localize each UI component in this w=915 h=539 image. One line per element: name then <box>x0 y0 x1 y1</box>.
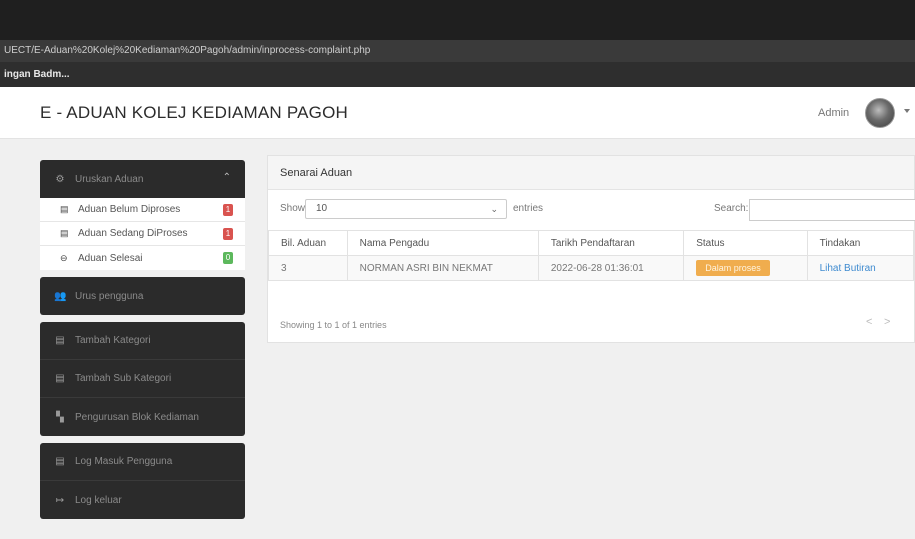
bookmark-item[interactable]: ingan Badm... <box>4 69 70 80</box>
cell-id: 3 <box>268 255 348 281</box>
table-row: 3 NORMAN ASRI BIN NEKMAT 2022-06-28 01:3… <box>268 255 915 281</box>
table-icon: ▤ <box>60 204 69 214</box>
column-header[interactable]: Bil. Aduan <box>268 230 348 256</box>
panel-title: Senarai Aduan <box>268 156 914 190</box>
complaints-table: Bil. Aduan Nama Pengadu Tarikh Pendaftar… <box>268 230 915 281</box>
pagination-next[interactable]: > <box>884 316 890 328</box>
sidebar-subitem-label: Aduan Selesai <box>78 252 143 264</box>
bookmarks-bar: ingan Badm... <box>0 62 915 87</box>
avatar[interactable] <box>865 98 895 128</box>
sidebar-item-add-subcategory[interactable]: ▤ Tambah Sub Kategori <box>40 360 245 398</box>
sidebar-item-label: Log Masuk Pengguna <box>75 456 173 467</box>
count-badge: 1 <box>223 204 233 216</box>
sidebar-item-user-log[interactable]: ▤ Log Masuk Pengguna <box>40 443 245 481</box>
sign-out-icon: ↦ <box>55 494 65 506</box>
column-header[interactable]: Status <box>683 230 808 256</box>
column-header[interactable]: Nama Pengadu <box>346 230 539 256</box>
sidebar-item-label: Uruskan Aduan <box>75 173 144 185</box>
table-icon: ▤ <box>55 335 65 346</box>
show-label: Show <box>280 203 306 214</box>
entries-select-value: 10 <box>316 203 328 214</box>
sidebar-group-complaints: ⚙ Uruskan Aduan ⌃ ▤ Aduan Belum Diproses… <box>40 160 245 270</box>
sidebar-subitem-label: Aduan Belum Diproses <box>78 204 181 215</box>
search-label: Search: <box>714 203 749 214</box>
cell-action: Lihat Butiran <box>806 255 915 281</box>
sidebar-item-manage-complaints[interactable]: ⚙ Uruskan Aduan ⌃ <box>40 160 245 198</box>
brand-title[interactable]: E - ADUAN KOLEJ KEDIAMAN PAGOH <box>40 103 348 123</box>
count-badge: 1 <box>223 228 233 240</box>
top-navbar: E - ADUAN KOLEJ KEDIAMAN PAGOH Admin <box>0 87 915 139</box>
sidebar-item-users[interactable]: 👥 Urus pengguna <box>40 277 245 315</box>
table-controls: Show 10 ⌄ entries Search: <box>268 190 915 230</box>
column-header[interactable]: Tarikh Pendaftaran <box>537 230 685 256</box>
sidebar-item-label: Tambah Sub Kategori <box>75 373 172 384</box>
view-details-link[interactable]: Lihat Butiran <box>820 263 876 274</box>
user-name[interactable]: Admin <box>818 107 849 119</box>
search-input[interactable] <box>749 199 915 221</box>
gear-icon: ⚙ <box>55 173 65 185</box>
sidebar-item-manage-blocks[interactable]: ▚ Pengurusan Blok Kediaman <box>40 398 245 436</box>
column-header[interactable]: Tindakan <box>806 230 915 256</box>
sidebar-item-logout[interactable]: ↦ Log keluar <box>40 481 245 519</box>
users-icon: 👥 <box>54 290 67 302</box>
address-bar[interactable]: UECT/E-Aduan%20Kolej%20Kediaman%20Pagoh/… <box>0 40 915 62</box>
pagination-previous[interactable]: < <box>866 316 872 328</box>
sidebar: ⚙ Uruskan Aduan ⌃ ▤ Aduan Belum Diproses… <box>40 160 245 526</box>
chevron-down-icon: ⌄ <box>490 204 498 214</box>
table-icon: ▤ <box>60 228 69 238</box>
sidebar-item-label: Log keluar <box>75 494 122 506</box>
chevron-up-icon[interactable]: ⌃ <box>223 172 231 183</box>
os-top-bar <box>0 0 915 40</box>
file-icon: ▚ <box>56 411 64 423</box>
status-badge: Dalam proses <box>696 260 770 276</box>
sidebar-group-log: ▤ Log Masuk Pengguna ↦ Log keluar <box>40 443 245 519</box>
complaints-panel: Senarai Aduan Show 10 ⌄ entries Search: … <box>267 155 915 343</box>
sidebar-subitem-unprocessed[interactable]: ▤ Aduan Belum Diproses 1 <box>40 198 245 222</box>
entries-label: entries <box>513 203 544 214</box>
table-header-row: Bil. Aduan Nama Pengadu Tarikh Pendaftar… <box>268 230 915 256</box>
sidebar-group-settings: ▤ Tambah Kategori ▤ Tambah Sub Kategori … <box>40 322 245 436</box>
count-badge: 0 <box>223 252 233 264</box>
sidebar-item-label: Urus pengguna <box>75 290 144 302</box>
sidebar-subitem-completed[interactable]: ⊖ Aduan Selesai 0 <box>40 246 245 270</box>
sidebar-subitem-in-process[interactable]: ▤ Aduan Sedang DiProses 1 <box>40 222 245 246</box>
sidebar-group-users: 👥 Urus pengguna <box>40 277 245 315</box>
sidebar-subitem-label: Aduan Sedang DiProses <box>78 228 188 239</box>
table-icon: ▤ <box>55 373 65 384</box>
cell-name: NORMAN ASRI BIN NEKMAT <box>346 255 539 281</box>
cell-date: 2022-06-28 01:36:01 <box>537 255 685 281</box>
cell-status: Dalam proses <box>683 255 808 281</box>
sidebar-item-label: Pengurusan Blok Kediaman <box>75 411 199 423</box>
table-icon: ▤ <box>55 456 65 467</box>
caret-down-icon[interactable] <box>904 109 910 113</box>
table-info: Showing 1 to 1 of 1 entries <box>280 320 387 330</box>
lock-icon: ⊖ <box>60 252 68 263</box>
sidebar-item-label: Tambah Kategori <box>75 335 151 346</box>
entries-select[interactable]: 10 ⌄ <box>305 199 507 219</box>
sidebar-item-add-category[interactable]: ▤ Tambah Kategori <box>40 322 245 360</box>
